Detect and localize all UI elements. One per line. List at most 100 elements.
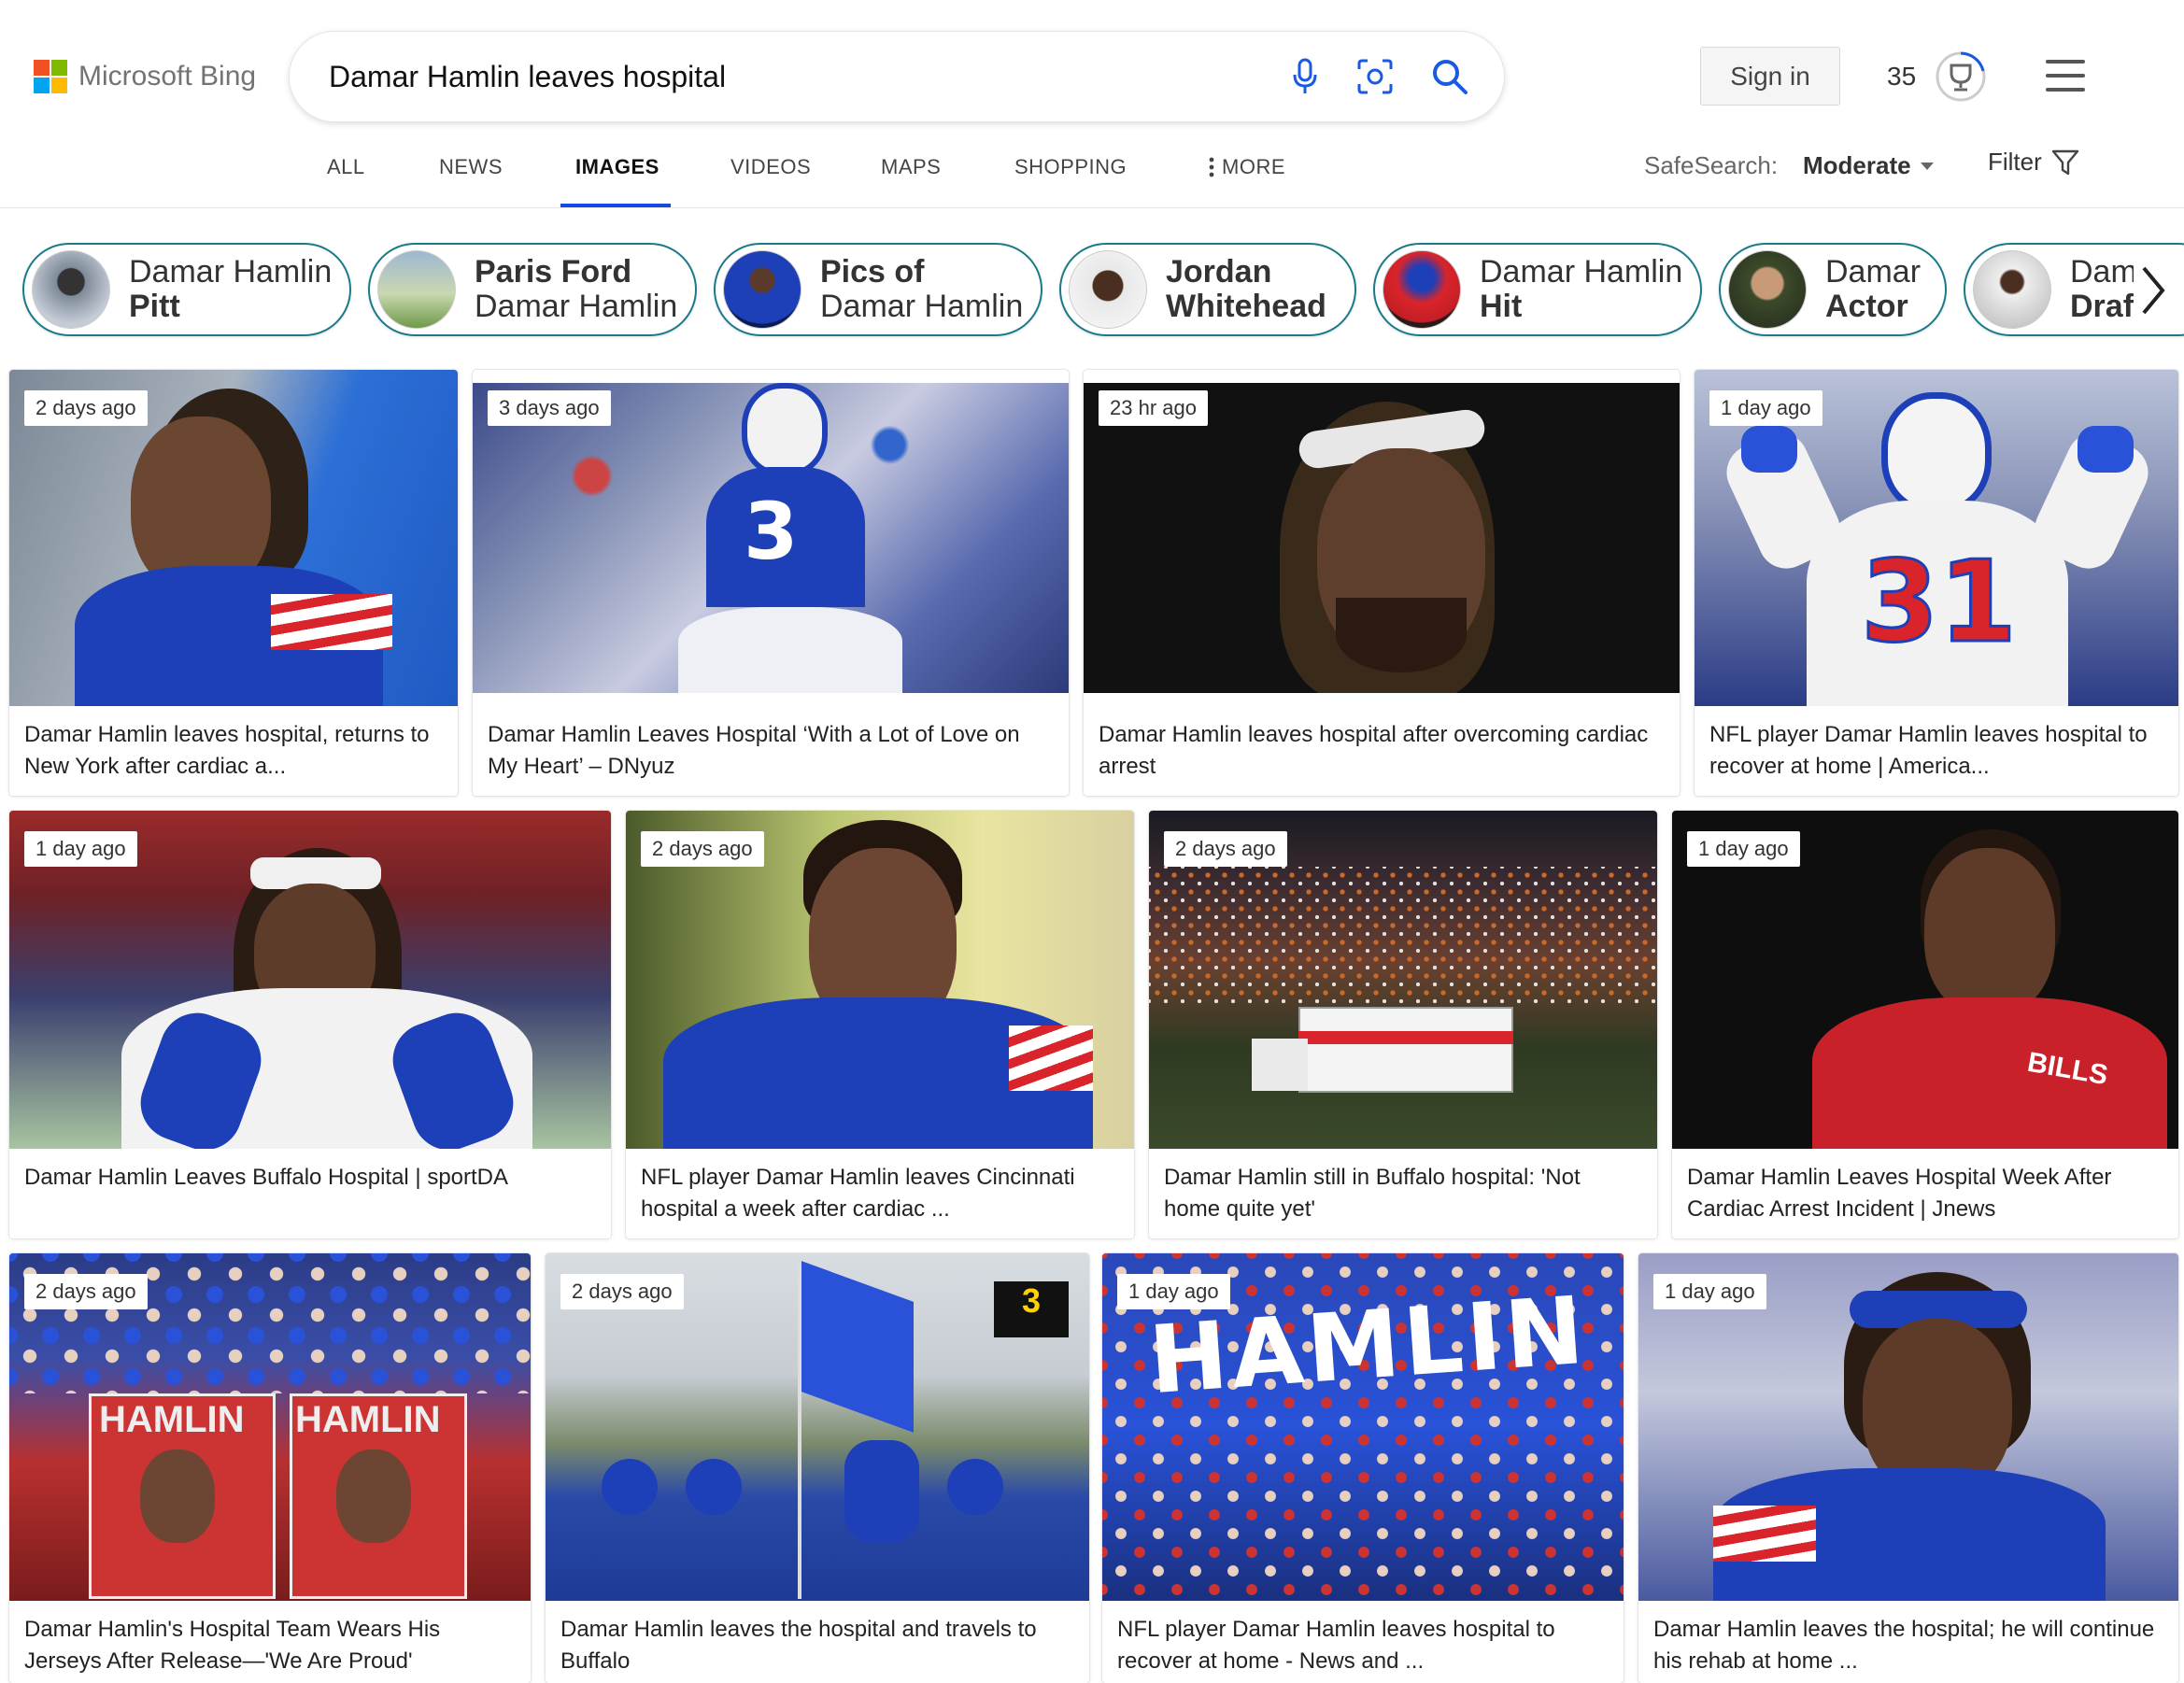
safesearch-value: Moderate: [1803, 151, 1911, 179]
age-badge: 2 days ago: [24, 390, 148, 426]
chip-avatar: [1973, 250, 2051, 329]
filter-button[interactable]: Filter: [1988, 148, 2079, 177]
image-result[interactable]: 2 days ago NFL player Damar Hamlin leave…: [626, 811, 1134, 1238]
result-caption[interactable]: Damar Hamlin still in Buffalo hospital: …: [1164, 1162, 1642, 1225]
tab-shopping[interactable]: SHOPPING: [1014, 155, 1127, 179]
age-badge: 1 day ago: [1653, 1274, 1766, 1309]
image-result[interactable]: BILLS 1 day ago Damar Hamlin Leaves Hosp…: [1672, 811, 2178, 1238]
related-chip[interactable]: Jordan Whitehead: [1059, 243, 1356, 336]
chip-avatar: [1728, 250, 1807, 329]
related-chip[interactable]: Damar Actor: [1719, 243, 1947, 336]
chip-avatar: [377, 250, 456, 329]
age-badge: 23 hr ago: [1099, 390, 1208, 426]
tab-all[interactable]: ALL: [327, 155, 365, 179]
image-result[interactable]: 2 days ago Damar Hamlin leaves hospital,…: [9, 370, 458, 796]
age-badge: 1 day ago: [1117, 1274, 1230, 1309]
rewards-trophy-icon: [1935, 47, 1987, 107]
image-result[interactable]: HAMLIN 1 day ago NFL player Damar Hamlin…: [1102, 1253, 1624, 1683]
jersey-number: 3: [744, 486, 799, 577]
microphone-icon[interactable]: [1291, 58, 1319, 95]
chip-label-line2: Damar Hamlin: [475, 289, 678, 324]
search-input[interactable]: Damar Hamlin leaves hospital: [329, 60, 1291, 94]
filter-label: Filter: [1988, 148, 2042, 176]
result-thumbnail: [1084, 383, 1680, 693]
result-caption[interactable]: Damar Hamlin leaves the hospital; he wil…: [1653, 1614, 2163, 1677]
image-result[interactable]: 3 2 days ago Damar Hamlin leaves the hos…: [546, 1253, 1089, 1683]
nav-divider: [0, 207, 2184, 208]
result-caption[interactable]: Damar Hamlin leaves the hospital and tra…: [560, 1614, 1074, 1677]
image-result[interactable]: 1 day ago Damar Hamlin leaves the hospit…: [1638, 1253, 2178, 1683]
hamburger-menu-icon[interactable]: [2046, 60, 2085, 92]
image-result[interactable]: HAMLIN HAMLIN 2 days ago Damar Hamlin's …: [9, 1253, 531, 1683]
more-dots-icon: [1209, 157, 1214, 177]
bing-logo[interactable]: Microsoft Bing: [34, 60, 256, 93]
result-caption[interactable]: Damar Hamlin Leaves Hospital Week After …: [1687, 1162, 2163, 1225]
chip-avatar: [1383, 250, 1461, 329]
chip-label-line2: Whitehead: [1166, 289, 1326, 324]
search-icon[interactable]: [1431, 58, 1468, 95]
result-caption[interactable]: NFL player Damar Hamlin leaves hospital …: [1709, 719, 2163, 783]
scoreboard-number: 3: [994, 1281, 1069, 1337]
sign-in-button[interactable]: Sign in: [1700, 47, 1840, 106]
rewards-count: 35: [1887, 62, 1917, 91]
chevron-right-icon: [2142, 266, 2165, 315]
microsoft-logo-icon: [34, 60, 67, 93]
age-badge: 1 day ago: [24, 831, 137, 867]
tab-videos[interactable]: VIDEOS: [730, 155, 811, 179]
chip-label-line1: Damar Hamlin: [129, 254, 333, 290]
related-chip[interactable]: Paris Ford Damar Hamlin: [368, 243, 697, 336]
chip-avatar: [32, 250, 110, 329]
safesearch-label: SafeSearch:: [1644, 151, 1779, 179]
image-result[interactable]: 23 hr ago Damar Hamlin leaves hospital a…: [1084, 370, 1680, 796]
age-badge: 2 days ago: [1164, 831, 1287, 867]
age-badge: 2 days ago: [560, 1274, 684, 1309]
chip-label-line1: Jordan: [1166, 254, 1272, 290]
chip-label-line1: Pics of: [820, 254, 925, 290]
chip-label-line2: Damar Hamlin: [820, 289, 1024, 324]
search-box[interactable]: Damar Hamlin leaves hospital: [290, 32, 1504, 121]
chip-label-line2: Hit: [1480, 289, 1523, 324]
image-result[interactable]: 2 days ago Damar Hamlin still in Buffalo…: [1149, 811, 1657, 1238]
tab-more-label: MORE: [1222, 155, 1285, 178]
chip-label-line1: Damar Hamlin: [1480, 254, 1683, 290]
related-chip[interactable]: Pics of Damar Hamlin: [714, 243, 1042, 336]
chip-label-line2: Pitt: [129, 289, 180, 324]
result-caption[interactable]: Damar Hamlin Leaves Hospital ‘With a Lot…: [488, 719, 1054, 783]
chip-avatar: [1069, 250, 1147, 329]
sign-text: HAMLIN: [295, 1399, 441, 1440]
tab-more[interactable]: MORE: [1209, 155, 1285, 179]
chip-label-line1: Paris Ford: [475, 254, 632, 290]
related-chip[interactable]: Damar Hamlin Pitt: [22, 243, 351, 336]
age-badge: 1 day ago: [1709, 390, 1822, 426]
brand-name: Microsoft Bing: [78, 61, 257, 92]
chip-label-line2: Actor: [1825, 289, 1908, 324]
age-badge: 2 days ago: [641, 831, 764, 867]
result-caption[interactable]: Damar Hamlin leaves hospital, returns to…: [24, 719, 443, 783]
rewards-button[interactable]: 35: [1887, 47, 1987, 106]
filter-funnel-icon: [2051, 149, 2078, 175]
chips-next-arrow[interactable]: [2134, 258, 2171, 323]
result-caption[interactable]: NFL player Damar Hamlin leaves hospital …: [1117, 1614, 1609, 1677]
result-caption[interactable]: NFL player Damar Hamlin leaves Cincinnat…: [641, 1162, 1119, 1225]
age-badge: 3 days ago: [488, 390, 611, 426]
tab-maps[interactable]: MAPS: [881, 155, 941, 179]
safesearch-dropdown[interactable]: Moderate: [1803, 151, 1934, 180]
result-caption[interactable]: Damar Hamlin Leaves Buffalo Hospital | s…: [24, 1162, 596, 1194]
image-result[interactable]: 31 1 day ago NFL player Damar Hamlin lea…: [1695, 370, 2178, 796]
sign-text: HAMLIN: [99, 1399, 245, 1440]
result-caption[interactable]: Damar Hamlin's Hospital Team Wears His J…: [24, 1614, 516, 1677]
chevron-down-icon: [1920, 162, 1934, 170]
image-result[interactable]: 3 3 days ago Damar Hamlin Leaves Hospita…: [473, 370, 1069, 796]
result-caption[interactable]: Damar Hamlin leaves hospital after overc…: [1099, 719, 1665, 783]
result-thumbnail: 3: [473, 383, 1069, 693]
tab-images[interactable]: IMAGES: [575, 155, 659, 179]
related-chip[interactable]: Damar Hamlin Hit: [1373, 243, 1702, 336]
jersey-number: 31: [1860, 537, 2019, 670]
age-badge: 1 day ago: [1687, 831, 1800, 867]
chip-label-line1: Damar: [1825, 254, 1922, 290]
image-result[interactable]: 1 day ago Damar Hamlin Leaves Buffalo Ho…: [9, 811, 611, 1238]
visual-search-icon[interactable]: [1356, 58, 1394, 95]
chip-avatar: [723, 250, 801, 329]
tab-news[interactable]: NEWS: [439, 155, 503, 179]
age-badge: 2 days ago: [24, 1274, 148, 1309]
